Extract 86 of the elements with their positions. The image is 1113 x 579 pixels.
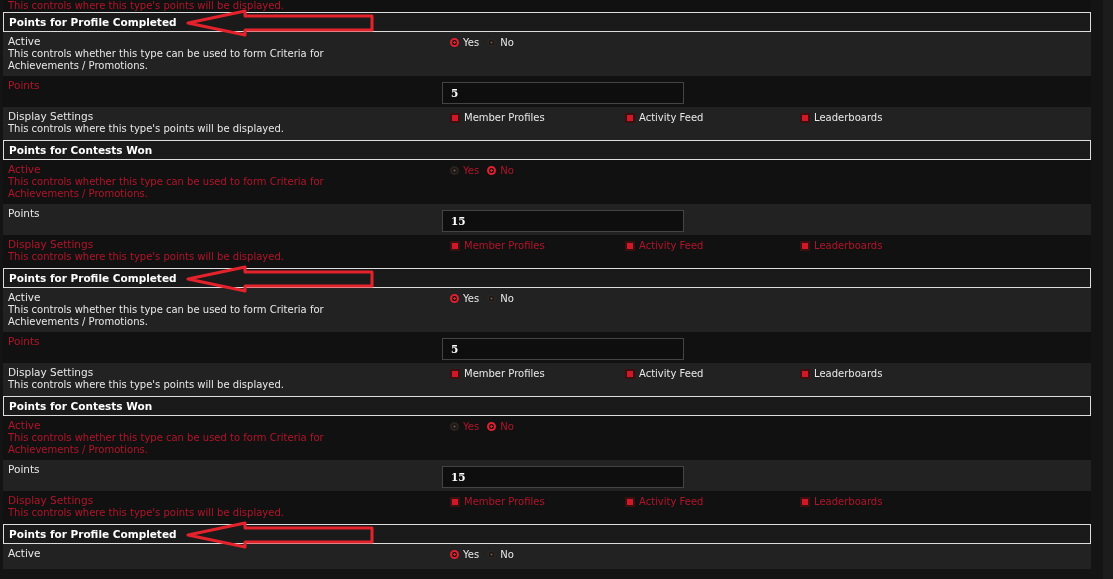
radio-label: Yes [463, 421, 480, 432]
setting-description: This controls whether this type can be used to form Criteria for Achievements / Promotions. [8, 48, 325, 72]
setting-label: Active [8, 547, 41, 560]
radio-button[interactable] [450, 294, 459, 303]
radio-button[interactable] [487, 38, 497, 47]
setting-label: Display Settings [8, 238, 94, 251]
section-header: Points for Contests Won [3, 140, 1091, 160]
radio-button[interactable] [487, 294, 497, 303]
checkbox-option[interactable]: Leaderboards [800, 112, 967, 123]
section-header: Points for Profile Completed [3, 268, 1091, 288]
checkbox-label: Member Profiles [464, 240, 545, 251]
checkbox-option[interactable]: Member Profiles [450, 112, 617, 123]
checkbox[interactable] [450, 240, 460, 251]
setting-description: This controls where this type's points will be displayed. [8, 123, 285, 135]
checkbox[interactable] [800, 112, 810, 123]
checkbox-option[interactable]: Leaderboards [800, 368, 967, 379]
points-input[interactable]: 5 [442, 338, 684, 360]
setting-label: Active [8, 419, 41, 432]
radio-label: No [500, 37, 514, 48]
section-header: Points for Profile Completed [3, 524, 1091, 544]
checkbox-label: Activity Feed [639, 240, 704, 251]
setting-description: This controls whether this type can be used to form Criteria for Achievements / Promotions. [8, 432, 325, 456]
checkbox-label: Activity Feed [639, 368, 704, 379]
setting-description: This controls where this type's points will be displayed. [8, 507, 285, 519]
checkbox[interactable] [450, 368, 460, 379]
setting-label: Points [8, 335, 40, 348]
setting-label: Display Settings [8, 366, 94, 379]
checkbox-option[interactable]: Activity Feed [625, 368, 792, 379]
checkbox-label: Member Profiles [464, 112, 545, 123]
radio-button[interactable] [450, 166, 459, 175]
radio-label: Yes [463, 37, 480, 48]
radio-label: No [500, 165, 514, 176]
checkbox-option[interactable]: Member Profiles [450, 368, 617, 379]
setting-label: Display Settings [8, 110, 94, 123]
checkbox-label: Leaderboards [814, 240, 883, 251]
radio-button[interactable] [450, 38, 459, 47]
section-header: Points for Profile Completed [3, 12, 1091, 32]
checkbox[interactable] [450, 112, 460, 123]
points-input[interactable]: 15 [442, 466, 684, 488]
radio-label: No [500, 549, 514, 560]
radio-option[interactable]: Yes [450, 549, 480, 560]
points-input[interactable]: 15 [442, 210, 684, 232]
radio-button[interactable] [487, 166, 497, 175]
radio-label: Yes [463, 293, 480, 304]
checkbox-option[interactable]: Activity Feed [625, 112, 792, 123]
checkbox[interactable] [800, 240, 810, 251]
checkbox-label: Member Profiles [464, 496, 545, 507]
checkbox-label: Leaderboards [814, 496, 883, 507]
setting-label: Display Settings [8, 494, 94, 507]
radio-option[interactable]: Yes [450, 293, 480, 304]
checkbox[interactable] [625, 496, 635, 507]
checkbox-label: Activity Feed [639, 112, 704, 123]
checkbox[interactable] [625, 112, 635, 123]
setting-description: This controls whether this type can be used to form Criteria for Achievements / Promotions. [8, 304, 325, 328]
radio-option[interactable]: Yes [450, 37, 480, 48]
checkbox[interactable] [625, 368, 635, 379]
setting-description: This controls where this type's points will be displayed. [8, 379, 285, 391]
setting-label: Points [8, 207, 40, 220]
points-input[interactable]: 5 [442, 82, 684, 104]
checkbox-label: Leaderboards [814, 368, 883, 379]
radio-button[interactable] [487, 422, 497, 431]
radio-label: Yes [463, 549, 480, 560]
radio-option[interactable]: No [487, 293, 514, 304]
checkbox-label: Member Profiles [464, 368, 545, 379]
setting-label: Active [8, 163, 41, 176]
setting-label: Points [8, 463, 40, 476]
checkbox[interactable] [800, 368, 810, 379]
setting-label: Active [8, 291, 41, 304]
checkbox-label: Activity Feed [639, 496, 704, 507]
radio-option[interactable]: No [487, 549, 514, 560]
radio-label: No [500, 293, 514, 304]
checkbox-label: Leaderboards [814, 112, 883, 123]
checkbox[interactable] [625, 240, 635, 251]
radio-label: No [500, 421, 514, 432]
checkbox[interactable] [800, 496, 810, 507]
setting-label: Active [8, 35, 41, 48]
checkbox[interactable] [450, 496, 460, 507]
setting-label: Points [8, 79, 40, 92]
radio-button[interactable] [487, 550, 497, 559]
radio-label: Yes [463, 165, 480, 176]
radio-button[interactable] [450, 422, 459, 431]
section-header: Points for Contests Won [3, 396, 1091, 416]
radio-button[interactable] [450, 550, 459, 559]
setting-description: This controls where this type's points will be displayed. [8, 251, 285, 263]
radio-option[interactable]: No [487, 37, 514, 48]
setting-description: This controls whether this type can be used to form Criteria for Achievements / Promotions. [8, 176, 325, 200]
